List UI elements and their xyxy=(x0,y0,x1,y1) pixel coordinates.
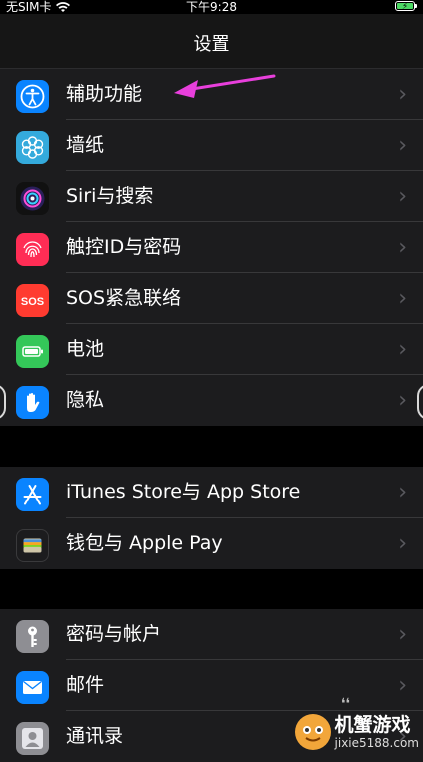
settings-row-app-store[interactable]: iTunes Store与 App Store › xyxy=(0,467,423,518)
row-label: 密码与帐户 xyxy=(66,623,162,645)
annotation-arrow-icon xyxy=(174,74,276,98)
siri-icon xyxy=(16,182,49,215)
settings-row-mail[interactable]: 邮件 › xyxy=(0,660,423,711)
wallpaper-icon xyxy=(16,131,49,164)
row-label: 电池 xyxy=(66,338,105,360)
chevron-right-icon: › xyxy=(398,388,407,413)
settings-row-passwords[interactable]: 密码与帐户 › xyxy=(0,609,423,660)
hand-icon xyxy=(16,386,49,419)
settings-row-battery[interactable]: 电池 › xyxy=(0,324,423,375)
row-label: 通讯录 xyxy=(66,725,124,747)
paw-print-icon: ❛❛ xyxy=(341,696,351,712)
chevron-right-icon: › xyxy=(398,480,407,505)
chevron-right-icon: › xyxy=(398,235,407,260)
watermark-logo-icon xyxy=(294,714,331,750)
settings-row-siri[interactable]: Siri与搜索 › xyxy=(0,171,423,222)
app-store-icon xyxy=(16,478,49,511)
fingerprint-icon xyxy=(16,233,49,266)
battery-icon xyxy=(16,335,49,368)
chevron-right-icon: › xyxy=(398,184,407,209)
battery-indicator-icon: ⚡ xyxy=(395,1,417,12)
row-label: 邮件 xyxy=(66,674,105,696)
sos-icon: SOS xyxy=(16,284,49,317)
key-icon xyxy=(16,620,49,653)
row-label: 墙纸 xyxy=(66,134,105,156)
status-bar: 无SIM卡 下午9:28 ⚡ xyxy=(0,0,423,14)
watermark-title: 机蟹游戏 xyxy=(334,714,411,736)
settings-row-wallet[interactable]: 钱包与 Apple Pay › xyxy=(0,518,423,569)
chevron-right-icon: › xyxy=(398,673,407,698)
clock: 下午9:28 xyxy=(186,0,237,14)
watermark-text: 机蟹游戏 jixie5188.com xyxy=(335,714,419,750)
chevron-right-icon: › xyxy=(398,622,407,647)
navigation-bar: 设置 xyxy=(0,14,423,69)
chevron-right-icon: › xyxy=(398,133,407,158)
settings-row-privacy[interactable]: 隐私 › xyxy=(0,375,423,426)
contacts-icon xyxy=(16,722,49,755)
settings-row-touch-id[interactable]: 触控ID与密码 › xyxy=(0,222,423,273)
accessibility-icon xyxy=(16,80,49,113)
row-label: Siri与搜索 xyxy=(66,185,154,207)
battery-status: ⚡ xyxy=(395,1,417,12)
chevron-right-icon: › xyxy=(398,82,407,107)
svg-text:SOS: SOS xyxy=(21,296,44,308)
wallet-icon xyxy=(16,529,49,562)
settings-row-wallpaper[interactable]: 墙纸 › xyxy=(0,120,423,171)
row-label: 隐私 xyxy=(66,389,105,411)
mail-icon xyxy=(16,671,49,704)
settings-row-sos[interactable]: SOS SOS紧急联络 › xyxy=(0,273,423,324)
chevron-right-icon: › xyxy=(398,531,407,556)
watermark: 机蟹游戏 jixie5188.com xyxy=(294,714,419,750)
settings-group-1: 辅助功能 › 墙纸 › Siri与搜索 › 触控ID与密码 › SOS SOS紧… xyxy=(0,69,423,426)
row-label: 触控ID与密码 xyxy=(66,236,182,258)
page-title: 设置 xyxy=(193,34,230,55)
settings-group-2: iTunes Store与 App Store › 钱包与 Apple Pay … xyxy=(0,467,423,569)
row-label: 钱包与 Apple Pay xyxy=(66,532,223,554)
row-label: iTunes Store与 App Store xyxy=(66,481,301,503)
chevron-right-icon: › xyxy=(398,286,407,311)
row-label: 辅助功能 xyxy=(66,83,143,105)
watermark-url: jixie5188.com xyxy=(334,736,419,750)
chevron-right-icon: › xyxy=(398,337,407,362)
row-label: SOS紧急联络 xyxy=(66,287,182,309)
